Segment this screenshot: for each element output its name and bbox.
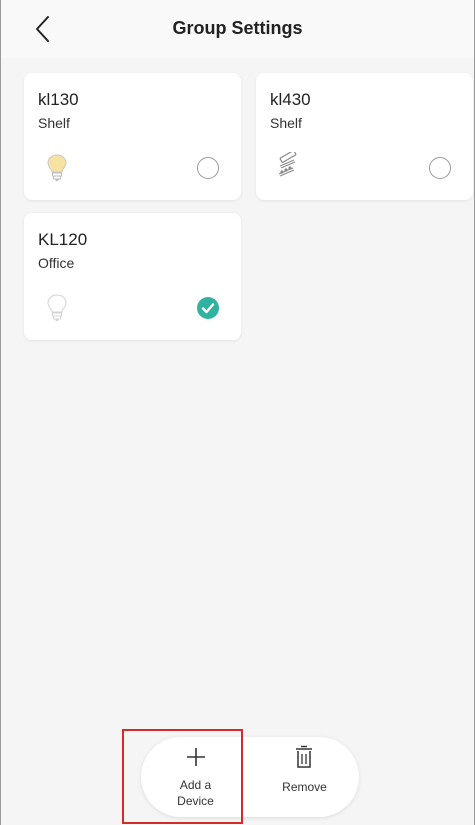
device-name: KL120 bbox=[38, 230, 88, 249]
device-name: kl130 bbox=[38, 90, 79, 109]
plus-icon bbox=[187, 748, 205, 766]
selected-check-icon[interactable] bbox=[197, 297, 219, 319]
remove-button[interactable]: Remove bbox=[250, 737, 359, 817]
bulb-warm-icon bbox=[44, 153, 70, 183]
header: Group Settings bbox=[1, 0, 474, 58]
select-circle[interactable] bbox=[429, 157, 451, 179]
page-title: Group Settings bbox=[172, 18, 303, 38]
light-strip-icon bbox=[274, 150, 300, 182]
add-label-line1: Add a bbox=[179, 778, 212, 792]
device-card-kl130[interactable]: kl130 Shelf bbox=[24, 73, 241, 200]
bottom-action-bar: Add a Device Remove bbox=[141, 737, 359, 817]
device-card-kl120[interactable]: KL120 Office bbox=[24, 213, 241, 340]
app-frame: Group Settings kl130 Shelf kl430 Shelf K… bbox=[0, 0, 475, 825]
device-room: Shelf bbox=[270, 115, 302, 131]
add-label-line2: Device bbox=[177, 794, 214, 808]
remove-label: Remove bbox=[282, 780, 327, 794]
device-room: Office bbox=[38, 255, 75, 271]
device-room: Shelf bbox=[38, 115, 70, 131]
bulb-white-icon bbox=[44, 293, 70, 323]
trash-icon bbox=[296, 745, 312, 768]
device-name: kl430 bbox=[270, 90, 311, 109]
add-device-button[interactable]: Add a Device bbox=[141, 737, 250, 817]
device-card-kl430[interactable]: kl430 Shelf bbox=[256, 73, 473, 200]
select-circle[interactable] bbox=[197, 157, 219, 179]
